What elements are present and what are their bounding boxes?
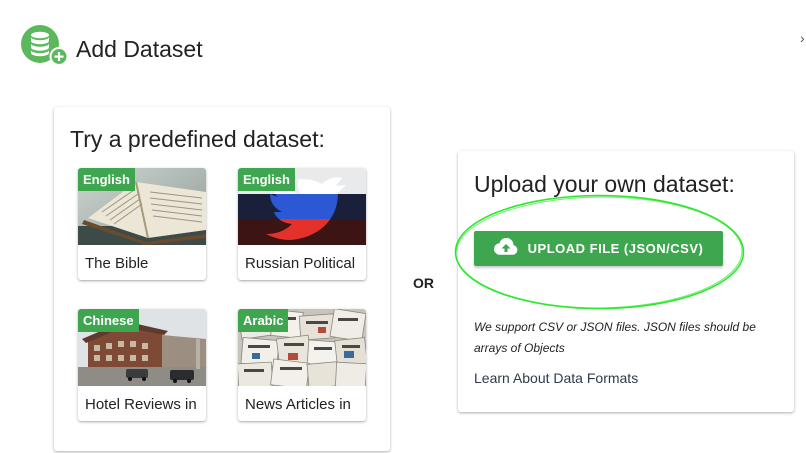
upload-dataset-title: Upload your own dataset: bbox=[474, 171, 735, 197]
dataset-card-russian-political[interactable]: English Russian Political bbox=[238, 168, 366, 280]
page-title: Add Dataset bbox=[76, 36, 203, 62]
or-divider: OR bbox=[413, 275, 434, 291]
upload-button-label: UPLOAD FILE (JSON/CSV) bbox=[527, 241, 704, 256]
language-badge: English bbox=[238, 168, 295, 191]
dataset-name: Russian Political bbox=[245, 255, 356, 272]
close-icon[interactable]: › bbox=[800, 30, 805, 46]
language-badge: English bbox=[78, 168, 135, 191]
learn-data-formats-link[interactable]: Learn About Data Formats bbox=[474, 370, 638, 386]
database-add-icon bbox=[20, 24, 69, 66]
language-badge: Arabic bbox=[238, 309, 289, 332]
support-text: We support CSV or JSON files. JSON files… bbox=[474, 320, 756, 355]
dataset-name: Hotel Reviews in bbox=[85, 396, 197, 413]
predefined-dataset-panel: Try a predefined dataset: English The Bi… bbox=[54, 107, 390, 451]
dataset-name: News Articles in bbox=[245, 396, 351, 413]
upload-dataset-panel: Upload your own dataset: UPLOAD FILE (JS… bbox=[458, 151, 794, 412]
dataset-name: The Bible bbox=[85, 255, 149, 272]
dataset-card-news-articles[interactable]: Arabic News Articles in bbox=[238, 309, 366, 421]
cloud-upload-icon bbox=[493, 237, 518, 259]
language-badge: Chinese bbox=[78, 309, 139, 332]
dataset-card-bible[interactable]: English The Bible bbox=[78, 168, 206, 280]
predefined-dataset-title: Try a predefined dataset: bbox=[70, 126, 325, 152]
dataset-card-hotel-reviews[interactable]: Chinese Hotel Reviews in bbox=[78, 309, 206, 421]
upload-file-button[interactable]: UPLOAD FILE (JSON/CSV) bbox=[474, 231, 723, 266]
